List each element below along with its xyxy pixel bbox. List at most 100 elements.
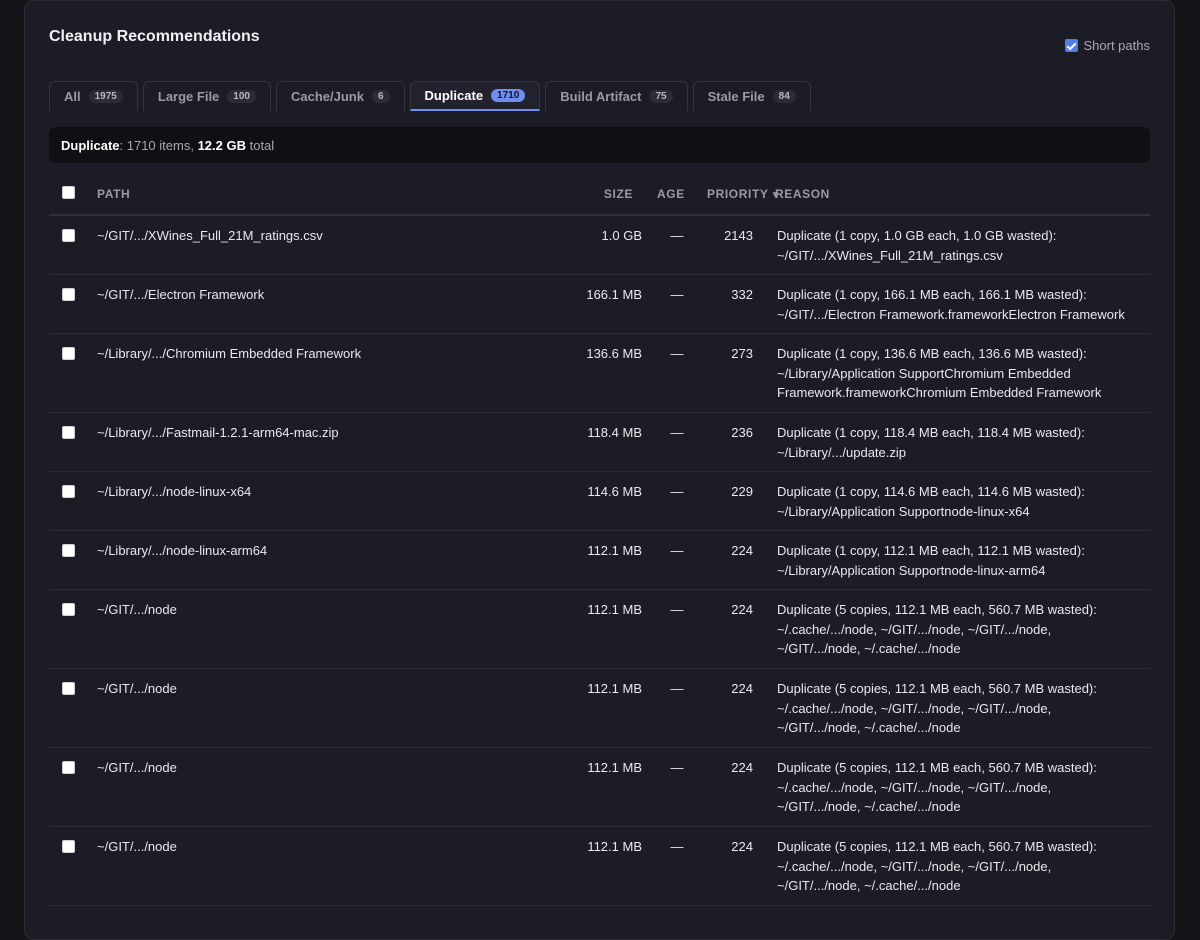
row-age: — bbox=[670, 228, 684, 243]
tab-label: Stale File bbox=[707, 89, 765, 104]
table-header: PATH SIZE AGE PRIORITY ▼ REASON bbox=[49, 173, 1150, 216]
row-path: ~/Library/.../Fastmail-1.2.1-arm64-mac.z… bbox=[97, 425, 339, 440]
row-path: ~/Library/.../node-linux-x64 bbox=[97, 484, 252, 499]
reason-line: Duplicate (5 copies, 112.1 MB each, 560.… bbox=[777, 602, 1097, 617]
table-row[interactable]: ~/GIT/.../XWines_Full_21M_ratings.csv 1.0… bbox=[49, 216, 1150, 275]
reason-line: ~/GIT/.../node, ~/.cache/.../node bbox=[777, 878, 961, 893]
short-paths-label: Short paths bbox=[1083, 38, 1151, 53]
table-row[interactable]: ~/Library/.../node-linux-arm64 112.1 MB — 2… bbox=[49, 531, 1150, 590]
row-reason: Duplicate (1 copy, 166.1 MB each, 166.1 … bbox=[777, 285, 1149, 324]
row-age: — bbox=[670, 425, 684, 440]
table-body: ~/GIT/.../XWines_Full_21M_ratings.csv 1.0… bbox=[49, 216, 1150, 906]
table-row[interactable]: ~/GIT/.../node 112.1 MB — 224 Duplicate (5 c… bbox=[49, 827, 1150, 906]
row-size: 114.6 MB bbox=[587, 484, 642, 499]
select-all-checkbox[interactable] bbox=[62, 186, 75, 199]
tab-count-badge: 84 bbox=[772, 90, 796, 103]
short-paths-checkbox[interactable] bbox=[1064, 39, 1078, 52]
tab-label: Large File bbox=[157, 89, 220, 104]
column-header-age[interactable]: AGE bbox=[657, 187, 685, 201]
table-row[interactable]: ~/Library/.../Fastmail-1.2.1-arm64-mac.z… bbox=[49, 413, 1150, 472]
summary-size: 12.2 GB bbox=[197, 137, 246, 153]
reason-line: ~/GIT/.../node, ~/.cache/.../node bbox=[777, 641, 961, 656]
reason-line: ~/GIT/.../XWines_Full_21M_ratings.csv bbox=[777, 247, 1003, 263]
cleanup-panel: Cleanup Recommendations Short paths All 1… bbox=[24, 0, 1175, 940]
reason-line: Duplicate (5 copies, 112.1 MB each, 560.… bbox=[777, 839, 1097, 854]
row-checkbox[interactable] bbox=[62, 347, 75, 360]
row-reason: Duplicate (5 copies, 112.1 MB each, 560.… bbox=[777, 600, 1149, 659]
row-size: 112.1 MB bbox=[587, 543, 642, 558]
row-checkbox[interactable] bbox=[62, 485, 75, 498]
reason-line: ~/GIT/.../node, ~/.cache/.../node bbox=[777, 799, 961, 814]
tab-all[interactable]: All 1975 bbox=[49, 81, 138, 111]
row-path: ~/Library/.../node-linux-arm64 bbox=[97, 543, 268, 558]
tab-stale-file[interactable]: Stale File 84 bbox=[692, 81, 811, 111]
row-age: — bbox=[670, 287, 684, 302]
table-row[interactable]: ~/GIT/.../node 112.1 MB — 224 Duplicate (5 c… bbox=[49, 590, 1150, 669]
row-priority: 236 bbox=[731, 425, 753, 440]
row-size: 112.1 MB bbox=[587, 602, 642, 617]
table-row[interactable]: ~/GIT/.../node 112.1 MB — 224 Duplicate (5 c… bbox=[49, 669, 1150, 748]
row-age: — bbox=[670, 681, 684, 696]
row-checkbox[interactable] bbox=[62, 761, 75, 774]
priority-header-label: PRIORITY bbox=[707, 187, 769, 201]
tab-count-badge: 100 bbox=[227, 90, 256, 103]
reason-line: ~/.cache/.../node, ~/GIT/.../node, ~/GIT… bbox=[777, 621, 1052, 637]
tab-count-badge: 75 bbox=[649, 90, 673, 103]
reason-line: ~/Library/Application SupportChromium Em… bbox=[777, 365, 1071, 381]
table-row[interactable]: ~/GIT/.../Electron Framework 166.1 MB — 332… bbox=[49, 275, 1150, 334]
column-header-priority[interactable]: PRIORITY ▼ bbox=[707, 187, 781, 201]
row-reason: Duplicate (1 copy, 136.6 MB each, 136.6 … bbox=[777, 344, 1149, 403]
row-path: ~/GIT/.../node bbox=[97, 602, 177, 617]
row-checkbox[interactable] bbox=[62, 288, 75, 301]
column-header-size[interactable]: SIZE bbox=[569, 187, 633, 201]
tab-label: Cache/Junk bbox=[290, 89, 364, 104]
column-header-path[interactable]: PATH bbox=[97, 187, 130, 201]
row-priority: 224 bbox=[731, 681, 753, 696]
reason-line: Duplicate (5 copies, 112.1 MB each, 560.… bbox=[777, 760, 1097, 775]
row-priority: 224 bbox=[731, 543, 753, 558]
reason-line: Framework.frameworkChromium Embedded Fra… bbox=[777, 385, 1102, 400]
row-reason: Duplicate (5 copies, 112.1 MB each, 560.… bbox=[777, 758, 1149, 817]
row-checkbox[interactable] bbox=[62, 603, 75, 616]
tab-label: Build Artifact bbox=[560, 89, 642, 104]
row-reason: Duplicate (1 copy, 114.6 MB each, 114.6 … bbox=[777, 482, 1149, 521]
row-checkbox[interactable] bbox=[62, 840, 75, 853]
category-tabs: All 1975 Large File 100 Cache/Junk 6 Duplicate… bbox=[49, 81, 811, 111]
tab-count-badge: 6 bbox=[371, 90, 390, 103]
page-title: Cleanup Recommendations bbox=[49, 28, 260, 45]
row-checkbox[interactable] bbox=[62, 682, 75, 695]
tab-count-badge: 1710 bbox=[491, 89, 526, 102]
row-age: — bbox=[670, 543, 684, 558]
reason-line: Duplicate (1 copy, 1.0 GB each, 1.0 GB w… bbox=[777, 228, 1057, 243]
reason-line: Duplicate (1 copy, 112.1 MB each, 112.1 … bbox=[777, 543, 1085, 558]
row-path: ~/GIT/.../node bbox=[97, 760, 177, 775]
tab-cache-junk[interactable]: Cache/Junk 6 bbox=[275, 81, 405, 111]
row-checkbox[interactable] bbox=[62, 229, 75, 242]
tab-build-artifact[interactable]: Build Artifact 75 bbox=[545, 81, 688, 111]
reason-line: Duplicate (1 copy, 136.6 MB each, 136.6 … bbox=[777, 346, 1087, 361]
reason-line: Duplicate (1 copy, 166.1 MB each, 166.1 … bbox=[777, 287, 1087, 302]
table-row[interactable]: ~/GIT/.../node 112.1 MB — 224 Duplicate (5 c… bbox=[49, 748, 1150, 827]
reason-line: ~/GIT/.../node, ~/.cache/.../node bbox=[777, 720, 961, 735]
reason-line: ~/Library/.../update.zip bbox=[777, 444, 906, 460]
table-row[interactable]: ~/Library/.../Chromium Embedded Framewor… bbox=[49, 334, 1150, 413]
row-checkbox[interactable] bbox=[62, 544, 75, 557]
table-row[interactable]: ~/Library/.../node-linux-x64 114.6 MB — 229… bbox=[49, 472, 1150, 531]
tab-duplicate[interactable]: Duplicate 1710 bbox=[409, 81, 541, 111]
tab-count-badge: 1975 bbox=[88, 90, 123, 103]
row-path: ~/GIT/.../XWines_Full_21M_ratings.csv bbox=[97, 228, 323, 243]
reason-line: ~/.cache/.../node, ~/GIT/.../node, ~/GIT… bbox=[777, 858, 1052, 874]
row-age: — bbox=[670, 602, 684, 617]
row-size: 136.6 MB bbox=[586, 346, 642, 361]
results-table: PATH SIZE AGE PRIORITY ▼ REASON ~/GIT/...… bbox=[49, 173, 1150, 906]
short-paths-toggle[interactable]: Short paths bbox=[1064, 38, 1151, 53]
row-reason: Duplicate (5 copies, 112.1 MB each, 560.… bbox=[777, 837, 1149, 896]
row-reason: Duplicate (5 copies, 112.1 MB each, 560.… bbox=[777, 679, 1149, 738]
row-checkbox[interactable] bbox=[62, 426, 75, 439]
row-priority: 273 bbox=[731, 346, 753, 361]
row-path: ~/Library/.../Chromium Embedded Framewor… bbox=[97, 346, 362, 361]
row-size: 166.1 MB bbox=[586, 287, 642, 302]
column-header-reason[interactable]: REASON bbox=[775, 187, 830, 201]
row-age: — bbox=[670, 484, 684, 499]
tab-large-file[interactable]: Large File 100 bbox=[142, 81, 271, 111]
